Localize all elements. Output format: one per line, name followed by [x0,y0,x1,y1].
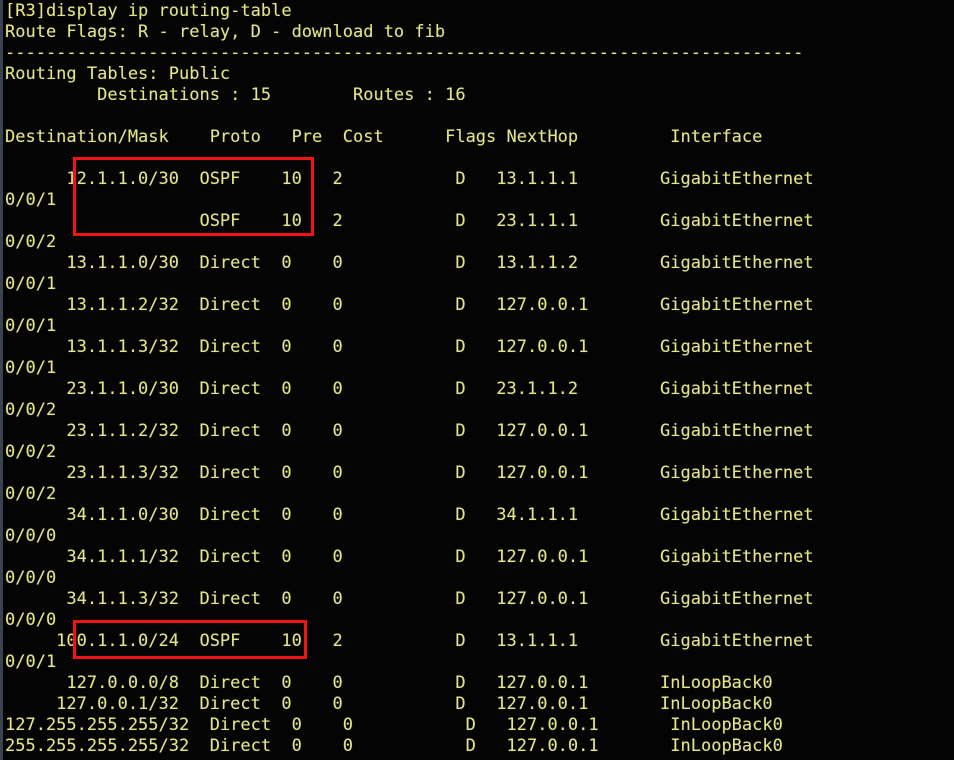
routing-table-output: [R3]display ip routing-table Route Flags… [5,1,814,756]
router-cli-terminal[interactable]: [R3]display ip routing-table Route Flags… [0,0,954,760]
